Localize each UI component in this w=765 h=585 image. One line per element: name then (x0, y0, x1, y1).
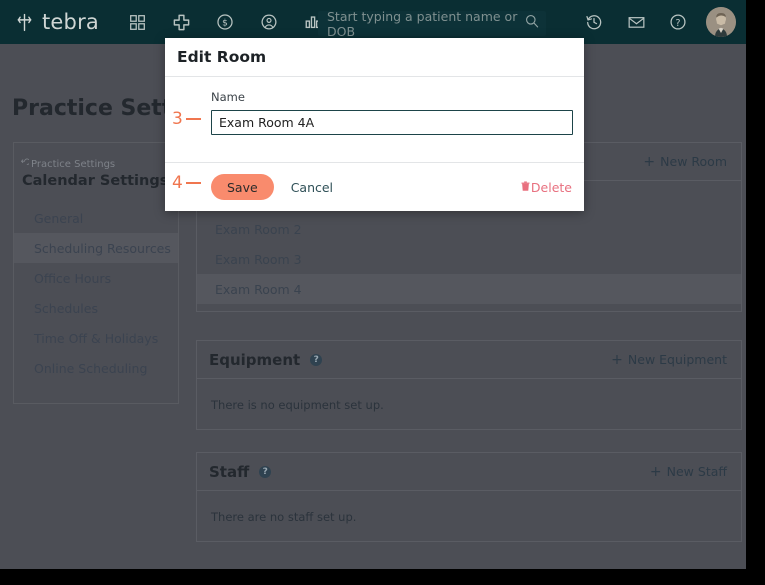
breadcrumb-label: Practice Settings (31, 158, 116, 170)
sidebar-item-scheduling-resources[interactable]: Scheduling Resources (14, 233, 178, 263)
sidebar-item-office-hours[interactable]: Office Hours (14, 263, 178, 293)
equipment-empty-message: There is no equipment set up. (211, 398, 384, 412)
modal-footer: Save Cancel Delete (165, 162, 584, 211)
tebra-leaf-icon (14, 12, 35, 33)
staff-card-title: Staff (209, 462, 250, 481)
name-input[interactable] (211, 110, 573, 135)
new-room-button[interactable]: + New Room (643, 154, 727, 169)
trash-icon (521, 180, 530, 195)
brand-logo[interactable]: tebra (14, 10, 99, 34)
secondary-nav-icons: ? (574, 0, 738, 44)
table-row[interactable]: Exam Room 2 (197, 214, 741, 244)
annotation-marker-4: 4 (172, 173, 201, 193)
svg-text:$: $ (222, 19, 228, 29)
dashboard-grid-icon[interactable] (115, 0, 159, 44)
delete-label: Delete (530, 179, 572, 195)
modal-title: Edit Room (177, 48, 267, 66)
new-equipment-button[interactable]: + New Equipment (611, 352, 727, 367)
room-name: Exam Room 3 (215, 251, 302, 267)
modal-header: Edit Room (165, 38, 584, 77)
plus-icon: + (643, 153, 656, 170)
new-staff-label: New Staff (666, 464, 727, 479)
equipment-card: Equipment ? + New Equipment There is no … (196, 340, 742, 430)
sidebar-item-label: Schedules (34, 300, 98, 316)
annotation-number: 3 (172, 109, 183, 129)
modal-body: Name (165, 77, 584, 162)
annotation-marker-3: 3 (172, 109, 201, 129)
svg-text:?: ? (675, 18, 680, 29)
search-icon[interactable] (524, 13, 540, 34)
help-question-icon[interactable]: ? (310, 353, 323, 366)
new-equipment-label: New Equipment (627, 352, 727, 367)
table-row[interactable]: Exam Room 4 (197, 274, 741, 304)
sidebar-section-title: Calendar Settings (22, 173, 169, 189)
sidebar-item-label: Time Off & Holidays (34, 330, 159, 346)
delete-button[interactable]: Delete (521, 180, 572, 195)
new-room-label: New Room (660, 154, 727, 169)
mail-envelope-icon[interactable] (616, 0, 656, 44)
plus-icon: + (649, 463, 662, 480)
sidebar-item-online-scheduling[interactable]: Online Scheduling (14, 353, 178, 383)
patient-search-box[interactable]: Start typing a patient name or DOB (318, 8, 546, 39)
plus-icon: + (611, 351, 623, 368)
sidebar-nav-list: General Scheduling Resources Office Hour… (14, 203, 178, 383)
sidebar-item-label: Office Hours (34, 270, 112, 286)
save-button[interactable]: Save (211, 174, 274, 200)
equipment-card-header: Equipment ? + New Equipment (197, 341, 741, 379)
user-avatar[interactable] (706, 7, 736, 37)
room-name: Exam Room 4 (215, 281, 302, 297)
sidebar-item-label: General (34, 210, 84, 226)
sidebar-item-label: Online Scheduling (34, 360, 148, 376)
brand-name: tebra (42, 10, 99, 34)
room-name: Exam Room 2 (215, 221, 302, 237)
back-arrow-icon (20, 158, 31, 170)
annotation-dash (185, 182, 201, 184)
sidebar-item-schedules[interactable]: Schedules (14, 293, 178, 323)
table-row[interactable]: Exam Room 3 (197, 244, 741, 274)
annotation-dash (185, 118, 201, 120)
sidebar-item-time-off-holidays[interactable]: Time Off & Holidays (14, 323, 178, 353)
app-window: tebra $ Start typing a patient name or D… (0, 0, 746, 569)
sidebar-item-general[interactable]: General (14, 203, 178, 233)
annotation-number: 4 (172, 173, 183, 193)
staff-empty-message: There are no staff set up. (211, 510, 357, 524)
help-question-icon[interactable]: ? (259, 465, 272, 478)
staff-card-header: Staff ? + New Staff (197, 453, 741, 491)
breadcrumb[interactable]: Practice Settings (20, 158, 115, 170)
cancel-button[interactable]: Cancel (291, 180, 333, 195)
new-staff-button[interactable]: + New Staff (650, 464, 727, 479)
equipment-card-title: Equipment (209, 350, 301, 369)
search-placeholder: Start typing a patient name or DOB (327, 8, 518, 39)
edit-room-modal: Edit Room Name Save Cancel Delete (165, 38, 584, 211)
staff-card: Staff ? + New Staff There are no staff s… (196, 452, 742, 542)
help-question-icon[interactable]: ? (658, 0, 698, 44)
name-field-label: Name (211, 90, 245, 104)
sidebar-item-label: Scheduling Resources (34, 240, 171, 256)
